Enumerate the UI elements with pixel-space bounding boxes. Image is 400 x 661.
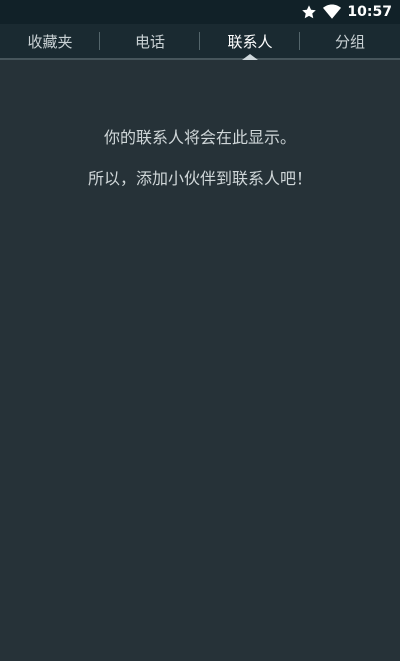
tab-bar: 收藏夹 电话 联系人 分组 [0,24,400,60]
tab-contacts[interactable]: 联系人 [200,24,300,60]
tab-phone-label: 电话 [134,32,165,51]
clock-time: 10:57 [347,4,392,20]
tab-favorites-label: 收藏夹 [27,32,73,51]
status-icons: 10:57 [301,0,392,24]
tab-phone[interactable]: 电话 [100,24,200,58]
empty-state-line1: 你的联系人将会在此显示。 [103,128,296,147]
tab-groups[interactable]: 分组 [300,24,400,58]
tab-contacts-label: 联系人 [227,32,273,51]
star-icon [301,4,317,20]
status-bar: 10:57 [0,0,400,24]
wifi-icon [323,4,342,20]
empty-state-line2: 所以，添加小伙伴到联系人吧！ [87,169,312,188]
contacts-list-area: 你的联系人将会在此显示。 所以，添加小伙伴到联系人吧！ [0,60,400,661]
tab-groups-label: 分组 [334,32,365,51]
tab-favorites[interactable]: 收藏夹 [0,24,100,58]
